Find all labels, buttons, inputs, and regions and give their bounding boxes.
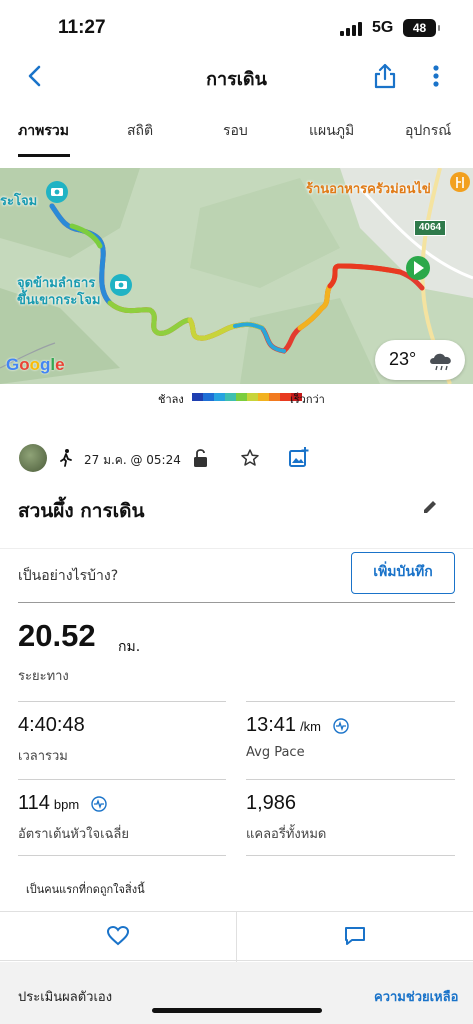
pace-info-icon[interactable] bbox=[332, 718, 349, 734]
total-time-label: เวลารวม bbox=[18, 749, 68, 764]
avg-pace-row: 13:41/km bbox=[246, 714, 349, 737]
avg-hr-row: 114 bpm bbox=[18, 792, 107, 815]
unlock-icon[interactable] bbox=[192, 448, 210, 468]
legend-color-swatch bbox=[203, 393, 214, 401]
tab-gear[interactable]: อุปกรณ์ bbox=[405, 120, 451, 142]
avg-hr-value: 114 bbox=[18, 792, 50, 814]
divider bbox=[18, 779, 226, 780]
self-evaluation-link[interactable]: ประเมินผลตัวเอง bbox=[18, 986, 112, 1007]
edit-icon[interactable] bbox=[421, 498, 439, 516]
tab-laps[interactable]: รอบ bbox=[223, 120, 248, 142]
divider bbox=[246, 701, 455, 702]
home-indicator bbox=[152, 1008, 322, 1013]
page-title: การเดิน bbox=[206, 69, 267, 90]
action-bar bbox=[0, 911, 473, 962]
comment-icon[interactable] bbox=[344, 926, 366, 946]
divider bbox=[0, 548, 473, 549]
tab-overview[interactable]: ภาพรวม bbox=[18, 120, 69, 142]
map-label-start: ระโจม bbox=[0, 194, 38, 209]
feel-prompt[interactable]: เป็นอย่างไรบ้าง? bbox=[18, 565, 118, 587]
map-label-crossing-2: ขึ้นเขากระโจม bbox=[17, 293, 101, 308]
calories-value: 1,986 bbox=[246, 792, 297, 814]
activity-date: 27 ม.ค. @ 05:24 bbox=[84, 453, 181, 467]
legend-color-swatch bbox=[236, 393, 247, 401]
active-tab-indicator bbox=[18, 154, 70, 157]
legend-color-swatch bbox=[258, 393, 269, 401]
avg-pace-value: 13:41 bbox=[246, 714, 297, 736]
avatar[interactable] bbox=[19, 444, 47, 472]
footer-bar: ประเมินผลตัวเอง ความช่วยเหลือ bbox=[0, 962, 473, 1024]
status-time: 11:27 bbox=[58, 17, 106, 38]
star-icon[interactable] bbox=[240, 448, 260, 468]
legend-color-swatch bbox=[192, 393, 203, 401]
distance-label: ระยะทาง bbox=[18, 669, 69, 684]
status-bar: 11:27 5G 48 bbox=[0, 0, 473, 56]
cloud-rain-icon bbox=[430, 353, 451, 371]
weather-temperature: 23° bbox=[389, 349, 417, 369]
distance-value: 20.52 bbox=[18, 618, 96, 653]
more-options-icon[interactable] bbox=[426, 62, 446, 90]
nav-bar: การเดิน bbox=[0, 56, 473, 100]
map-label-restaurant: ร้านอาหารครัวม่อนไข่ bbox=[306, 182, 431, 197]
avg-pace-label: Avg Pace bbox=[246, 745, 305, 760]
tab-bar: ภาพรวม สถิติ รอบ แผนภูมิ อุปกรณ์ bbox=[0, 112, 473, 158]
add-photo-icon[interactable] bbox=[288, 446, 310, 468]
activity-title: สวนผึ้ง การเดิน bbox=[18, 500, 145, 522]
network-label: 5G bbox=[372, 19, 394, 36]
avg-hr-unit: bpm bbox=[53, 797, 80, 812]
legend-color-swatch bbox=[247, 393, 258, 401]
distance-unit: กม. bbox=[118, 639, 141, 655]
divider bbox=[18, 602, 455, 603]
add-note-button[interactable]: เพิ่มบันทึก bbox=[351, 552, 455, 594]
divider bbox=[246, 779, 455, 780]
battery-icon: 48 bbox=[403, 19, 440, 37]
legend-color-swatch bbox=[214, 393, 225, 401]
calories-label: แคลอรี่ทั้งหมด bbox=[246, 827, 327, 842]
legend-fast-label: เร็วกว่า bbox=[290, 393, 325, 406]
walking-icon bbox=[60, 449, 72, 467]
legend-color-swatch bbox=[269, 393, 280, 401]
avg-pace-unit: /km bbox=[300, 719, 322, 734]
divider bbox=[18, 855, 226, 856]
tab-stats[interactable]: สถิติ bbox=[127, 120, 153, 142]
road-number-badge: 4064 bbox=[414, 220, 446, 236]
like-heart-icon[interactable] bbox=[107, 926, 129, 946]
activity-meta: 27 ม.ค. @ 05:24 bbox=[0, 442, 473, 476]
legend-color-swatch bbox=[225, 393, 236, 401]
signal-icon bbox=[340, 22, 364, 36]
legend-slow-label: ช้าลง bbox=[158, 393, 184, 406]
heart-rate-info-icon[interactable] bbox=[91, 796, 107, 812]
divider bbox=[246, 855, 455, 856]
help-link[interactable]: ความช่วยเหลือ bbox=[374, 986, 458, 1007]
avg-hr-label: อัตราเต้นหัวใจเฉลี่ย bbox=[18, 827, 130, 842]
divider bbox=[236, 912, 237, 962]
weather-badge: 23° bbox=[375, 340, 465, 380]
divider bbox=[18, 701, 226, 702]
legend-color-scale bbox=[192, 393, 302, 401]
pace-legend: ช้าลง เร็วกว่า bbox=[0, 388, 473, 408]
tab-charts[interactable]: แผนภูมิ bbox=[309, 120, 354, 142]
total-time-value: 4:40:48 bbox=[18, 714, 85, 736]
first-like-text: เป็นคนแรกที่กดถูกใจสิ่งนี้ bbox=[26, 883, 145, 896]
route-map[interactable]: ระโจม จุดข้ามลำธาร ขึ้นเขากระโจม ร้านอาห… bbox=[0, 168, 473, 384]
share-icon[interactable] bbox=[372, 62, 398, 90]
google-logo: Google bbox=[6, 355, 65, 374]
